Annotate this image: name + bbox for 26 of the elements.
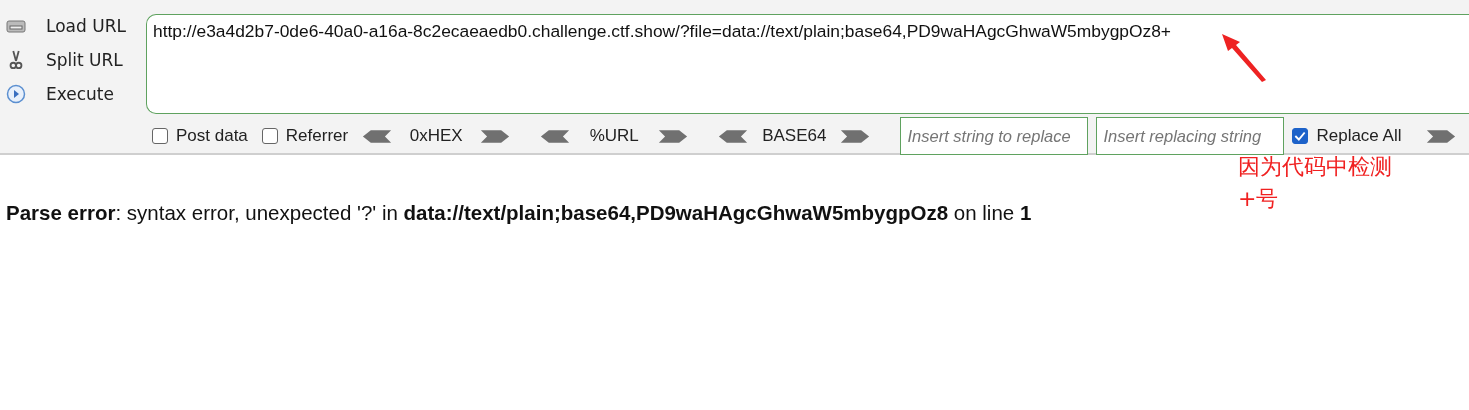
encoder-label: %URL xyxy=(588,126,640,146)
right-arrow-icon[interactable] xyxy=(840,128,871,144)
annotation-text: 因为代码中检测 +号 xyxy=(1238,153,1392,213)
encoder-label: BASE64 xyxy=(762,126,827,146)
right-arrow-icon[interactable] xyxy=(1425,128,1456,144)
checkbox[interactable] xyxy=(261,128,278,144)
sidebar-button[interactable]: Split URL xyxy=(46,50,123,70)
right-arrow-icon[interactable] xyxy=(658,128,689,144)
left-arrow-icon[interactable] xyxy=(540,128,571,144)
play-icon xyxy=(6,84,26,104)
checkbox-label: Post data xyxy=(176,126,248,146)
url-field[interactable]: http://e3a4d2b7-0de6-40a0-a16a-8c2ecaeaedb0.challenge.ctf.show/?file=data://text/plain;base64,PD9waHAgcGhwaW5mbygpOz8+ xyxy=(146,14,1469,114)
right-arrow-icon[interactable] xyxy=(480,128,511,144)
find-field[interactable]: Insert string to replace xyxy=(900,117,1089,155)
error-message: Parse error: syntax error, unexpected '?' in data://text/plain;base64,PD9waHAgcGhwaW5mbygpOz8 on line 1 xyxy=(6,201,1032,224)
left-arrow-icon[interactable] xyxy=(362,128,393,144)
encoder-label: 0xHEX xyxy=(408,126,464,146)
sidebar-button[interactable]: Execute xyxy=(46,84,114,104)
replace-field[interactable]: Insert replacing string xyxy=(1096,117,1285,155)
checkbox[interactable] xyxy=(152,128,168,144)
sidebar-button[interactable]: Load URL xyxy=(46,16,126,36)
checkbox-label: Replace All xyxy=(1316,126,1402,146)
left-arrow-icon[interactable] xyxy=(718,128,749,144)
checkbox-label: Referrer xyxy=(285,126,349,146)
annotation-arrow xyxy=(1222,34,1268,84)
checkbox[interactable] xyxy=(1292,128,1309,144)
